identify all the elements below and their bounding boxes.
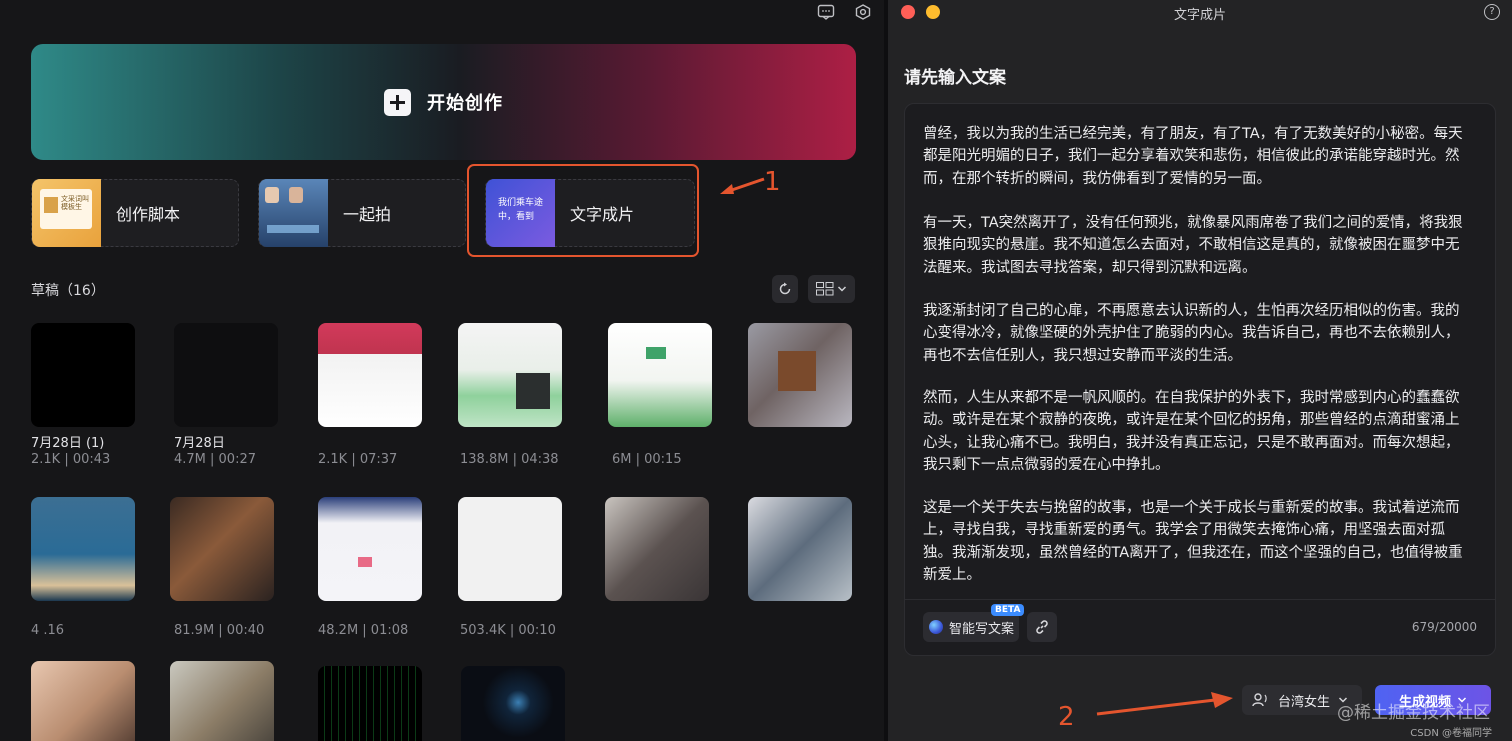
script-paragraph: 然而，人生从来都不是一帆风顺的。在自我保护的外表下，我时常感到内心的蠢蠢欲动。或… [923,390,1460,474]
annotation-highlight-box [467,164,699,257]
draft-meta: 2.1K | 00:43 [31,452,111,467]
draft-thumbnail[interactable] [608,323,712,427]
draft-meta: 81.9M | 00:40 [174,623,265,638]
credit-text: CSDN @卷福同学 [1410,728,1492,739]
ai-write-button[interactable]: 智能写文案 BETA [923,604,1025,642]
feature-script-label: 创作脚本 [116,205,181,224]
help-icon[interactable]: ? [1484,4,1500,20]
text-to-video-window: 文字成片 ? 请先输入文案 曾经，我以为我的生活已经完美，有了朋友，有了TA，有… [888,0,1512,741]
draft-name: 7月28日 [174,436,225,451]
grid-view-icon [816,282,834,296]
draft-thumbnail[interactable] [174,323,278,427]
editor-footer: 智能写文案 BETA 679/20000 [905,599,1495,655]
beta-badge: BETA [991,604,1025,616]
draft-meta: 4 .16 [31,623,65,638]
main-app-window: 开始创作 文采词叫 模板生 创作脚本 一起拍 我们乘车途中，看到 文字成片 1 … [0,0,884,741]
draft-thumbnail[interactable] [748,323,852,427]
view-mode-button[interactable] [808,275,855,303]
ai-orb-icon [929,620,943,634]
voice-person-icon [1252,693,1267,707]
draft-thumbnail[interactable] [31,497,135,601]
feature-script-card[interactable]: 文采词叫 模板生 创作脚本 [31,179,239,247]
drafts-title: 草稿（16） [31,283,105,299]
script-paragraph: 曾经，我以为我的生活已经完美，有了朋友，有了TA，有了无数美好的小秘密。每天都是… [923,126,1463,187]
plus-icon [384,88,411,116]
draft-thumbnail[interactable] [170,661,274,741]
draft-thumbnail[interactable] [31,323,135,427]
settings-icon[interactable] [854,4,872,20]
annotation-arrow-icon [1096,692,1233,716]
draft-thumbnail[interactable] [318,666,422,741]
start-creating-button[interactable]: 开始创作 [31,44,856,160]
title-bar: 文字成片 ? [888,0,1512,26]
draft-thumbnail[interactable] [458,497,562,601]
draft-meta: 503.4K | 00:10 [460,623,556,638]
draft-meta: 6M | 00:15 [612,452,682,467]
link-button[interactable] [1027,612,1057,642]
annotation-number-1: 1 [764,167,781,197]
script-paragraph: 这是一个关于失去与挽留的故事，也是一个关于成长与重新爱的故事。我试着逆流而上，寻… [923,500,1463,584]
character-counter: 679/20000 [1411,620,1477,634]
prompt-title: 请先输入文案 [904,68,1006,88]
link-icon [1036,620,1048,634]
refresh-button[interactable] [772,275,798,303]
feature-shoot-together-label: 一起拍 [343,205,392,224]
draft-meta: 4.7M | 00:27 [174,452,256,467]
shoot-together-thumbnail [259,179,328,247]
script-text-editor[interactable]: 曾经，我以为我的生活已经完美，有了朋友，有了TA，有了无数美好的小秘密。每天都是… [904,103,1496,656]
watermark-text: @稀土掘金技术社区 [1337,703,1490,723]
ai-write-label: 智能写文案 [949,621,1015,637]
draft-thumbnail[interactable] [31,661,135,741]
draft-meta: 138.8M | 04:38 [460,452,559,467]
draft-thumbnail[interactable] [458,323,562,427]
draft-thumbnail[interactable] [748,497,852,601]
draft-meta: 48.2M | 01:08 [318,623,409,638]
annotation-arrow-icon [720,177,765,194]
script-thumbnail: 文采词叫 模板生 [32,179,101,247]
feature-shoot-together-card[interactable]: 一起拍 [258,179,466,247]
voice-label: 台湾女生 [1278,694,1331,710]
refresh-icon [779,282,791,295]
draft-thumbnail[interactable] [170,497,274,601]
script-paragraph: 有一天，TA突然离开了，没有任何预兆，就像暴风雨席卷了我们之间的爱情，将我狠狠推… [923,215,1463,276]
script-paragraph: 我逐渐封闭了自己的心扉，不再愿意去认识新的人，生怕再次经历相似的伤害。我的心变得… [923,303,1460,364]
chevron-down-icon [837,286,847,292]
draft-thumbnail[interactable] [318,497,422,601]
draft-name: 7月28日 (1) [31,436,105,451]
start-creating-label: 开始创作 [427,93,503,114]
draft-thumbnail[interactable] [318,323,422,427]
draft-thumbnail[interactable] [461,666,565,741]
annotation-number-2: 2 [1058,702,1075,732]
draft-meta: 2.1K | 07:37 [318,452,398,467]
draft-thumbnail[interactable] [605,497,709,601]
feedback-icon[interactable] [817,4,835,20]
window-title: 文字成片 [1173,8,1226,23]
